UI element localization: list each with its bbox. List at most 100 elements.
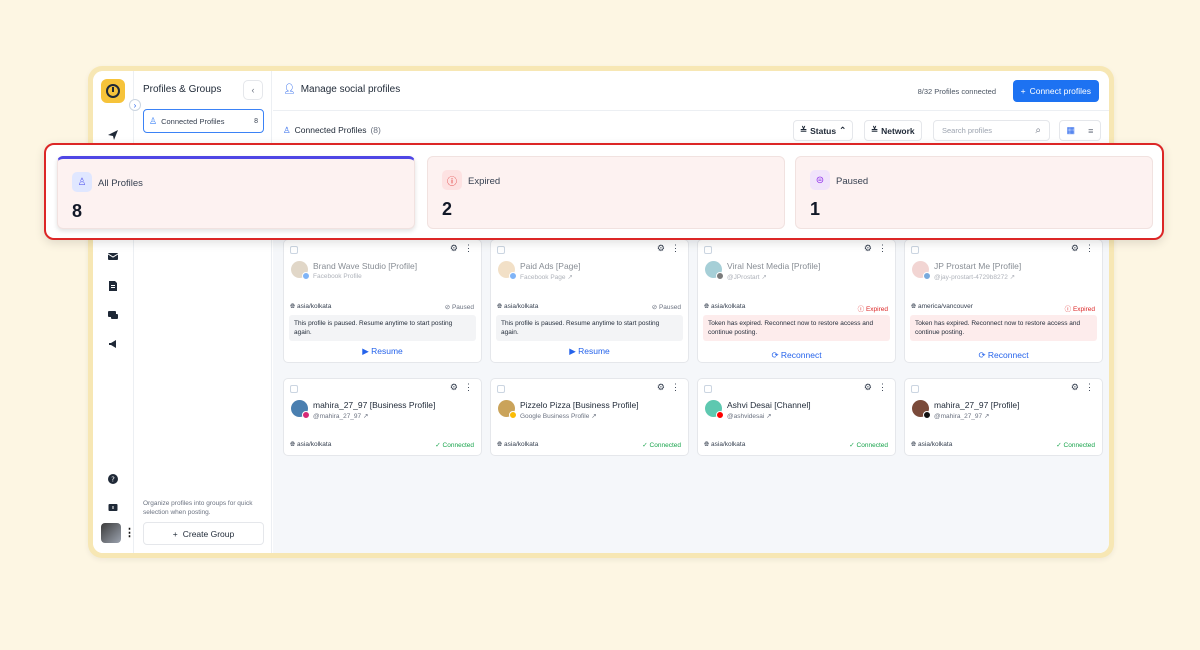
select-checkbox[interactable] [911, 385, 919, 393]
all-profiles-stat[interactable]: ♙ All Profiles 8 [57, 156, 415, 229]
profile-card[interactable]: ⚙ ⋮ Viral Nest Media [Profile] @JProstart… [697, 239, 896, 363]
create-group-label: Create Group [182, 528, 235, 539]
profile-subtitle: @ashvidesai ↗ [727, 412, 772, 420]
settings-icon[interactable]: ⚙ [1071, 382, 1079, 393]
profile-card[interactable]: ⚙ ⋮ mahira_27_97 [Profile] @mahira_27_97 … [904, 378, 1103, 456]
view-toggle[interactable]: ▦ ≡ [1059, 120, 1101, 141]
profile-subtitle: Facebook Profile [313, 273, 362, 280]
plus-icon: + [172, 528, 178, 539]
settings-icon[interactable]: ⚙ [1071, 243, 1079, 254]
expired-stat[interactable]: ⓘ Expired 2 [427, 156, 785, 229]
more-icon[interactable]: ⋮ [464, 243, 473, 254]
search-input[interactable]: Search profiles ⌕ [933, 120, 1050, 141]
create-group-button[interactable]: + Create Group [143, 522, 264, 545]
profile-subtitle-text: Facebook Page [520, 274, 566, 281]
timezone: 🌐︎ asia/kolkata [290, 303, 332, 310]
paused-stat[interactable]: ⊜ Paused 1 [795, 156, 1153, 229]
profile-card[interactable]: ⚙ ⋮ Paid Ads [Page] Facebook Page ↗ 🌐︎ as… [490, 239, 689, 363]
select-checkbox[interactable] [290, 385, 298, 393]
more-icon[interactable]: ⋮ [671, 243, 680, 254]
grid-view-icon[interactable]: ▦ [1067, 125, 1076, 136]
stat-label: Paused [836, 176, 869, 187]
more-icon[interactable]: ⋮ [464, 382, 473, 393]
send-icon[interactable] [106, 128, 120, 142]
chat-icon[interactable] [106, 308, 120, 322]
profile-card[interactable]: ⚙ ⋮ mahira_27_97 [Business Profile] @mahi… [283, 378, 482, 456]
settings-icon[interactable]: ⚙ [864, 382, 872, 393]
megaphone-icon[interactable] [106, 337, 120, 351]
inbox-icon[interactable] [106, 249, 120, 263]
user-icon: ♙ [283, 125, 291, 135]
resume-label: Resume [371, 346, 403, 356]
expand-sidebar-button[interactable]: › [129, 99, 141, 111]
profile-card[interactable]: ⚙ ⋮ Pizzelo Pizza [Business Profile] Goog… [490, 378, 689, 456]
google-business-icon [509, 411, 517, 419]
profile-card[interactable]: ⚙ ⋮ Ashvi Desai [Channel] @ashvidesai ↗ 🌐… [697, 378, 896, 456]
profile-card[interactable]: ⚙ ⋮ JP Prostart Me [Profile] @jay-prostar… [904, 239, 1103, 363]
threads-icon [923, 411, 931, 419]
status-message: This profile is paused. Resume anytime t… [496, 315, 683, 341]
reconnect-button[interactable]: ⟳ Reconnect [698, 350, 895, 361]
external-link-icon[interactable]: ↗ [567, 274, 572, 281]
profile-name: Viral Nest Media [Profile] [727, 261, 821, 271]
external-link-icon[interactable]: ↗ [766, 413, 771, 420]
profile-subtitle: @JProstart ↗ [727, 273, 767, 281]
avatar [912, 261, 931, 280]
timezone: 🌐︎ asia/kolkata [911, 441, 953, 448]
user-avatar[interactable] [101, 523, 121, 543]
connected-profiles-label: Connected Profiles [161, 116, 225, 126]
more-icon[interactable]: ⋮ [671, 382, 680, 393]
plus-icon: + [1020, 86, 1026, 96]
more-icon[interactable]: ⋮ [1085, 382, 1094, 393]
connected-profiles-item[interactable]: ♙ Connected Profiles 8 [143, 109, 264, 133]
resume-button[interactable]: ▶ Resume [491, 346, 688, 357]
profile-subtitle: @mahira_27_97 ↗ [934, 412, 989, 420]
settings-icon[interactable]: ⚙ [450, 382, 458, 393]
list-view-icon[interactable]: ≡ [1088, 126, 1093, 136]
profiles-connected-count: 8/32 Profiles connected [917, 87, 996, 96]
external-link-icon[interactable]: ↗ [761, 274, 766, 281]
select-checkbox[interactable] [497, 385, 505, 393]
more-icon[interactable]: ⋮ [1085, 243, 1094, 254]
timezone-text: asia/kolkata [711, 441, 746, 448]
status-filter-button[interactable]: ≚ Status ⌃ [793, 120, 854, 141]
settings-icon[interactable]: ⚙ [450, 243, 458, 254]
timezone-text: asia/kolkata [504, 303, 539, 310]
avatar [705, 261, 724, 280]
help-icon[interactable]: ? [106, 472, 120, 486]
top-bar: 👤︎ Manage social profiles 8/32 Profiles … [273, 71, 1109, 111]
external-link-icon[interactable]: ↗ [984, 413, 989, 420]
select-checkbox[interactable] [704, 246, 712, 254]
profile-card[interactable]: ⚙ ⋮ Brand Wave Studio [Profile] Facebook … [283, 239, 482, 363]
status-message: Token has expired. Reconnect now to rest… [703, 315, 890, 341]
network-filter-button[interactable]: ≚ Network [864, 120, 922, 141]
settings-icon[interactable]: ⚙ [864, 243, 872, 254]
select-checkbox[interactable] [497, 246, 505, 254]
external-link-icon[interactable]: ↗ [1010, 274, 1015, 281]
more-icon[interactable]: ⋮ [878, 382, 887, 393]
select-checkbox[interactable] [704, 385, 712, 393]
settings-icon[interactable]: ⚙ [657, 382, 665, 393]
timezone: 🌐︎ america/vancouver [911, 303, 973, 310]
select-checkbox[interactable] [290, 246, 298, 254]
user-icon: ♙ [72, 172, 92, 192]
feedback-icon[interactable] [106, 501, 120, 515]
reconnect-button[interactable]: ⟳ Reconnect [905, 350, 1102, 361]
external-link-icon[interactable]: ↗ [591, 413, 596, 420]
app-logo[interactable] [101, 79, 125, 103]
page-title: 👤︎ Manage social profiles [283, 84, 400, 95]
document-icon[interactable] [106, 279, 120, 293]
facebook-icon [509, 272, 517, 280]
card-actions: ⚙ ⋮ [450, 243, 473, 254]
select-checkbox[interactable] [911, 246, 919, 254]
connect-profiles-button[interactable]: + Connect profiles [1012, 80, 1099, 102]
stat-label: All Profiles [98, 178, 143, 189]
collapse-panel-button[interactable]: ‹ [243, 80, 263, 100]
resume-button[interactable]: ▶ Resume [284, 346, 481, 357]
settings-icon[interactable]: ⚙ [657, 243, 665, 254]
stat-value: 8 [72, 201, 83, 221]
external-link-icon[interactable]: ↗ [363, 413, 368, 420]
status-badge: ✓ Connected [435, 442, 474, 449]
status-badge: ⊘ Paused [444, 304, 474, 311]
more-icon[interactable]: ⋮ [878, 243, 887, 254]
